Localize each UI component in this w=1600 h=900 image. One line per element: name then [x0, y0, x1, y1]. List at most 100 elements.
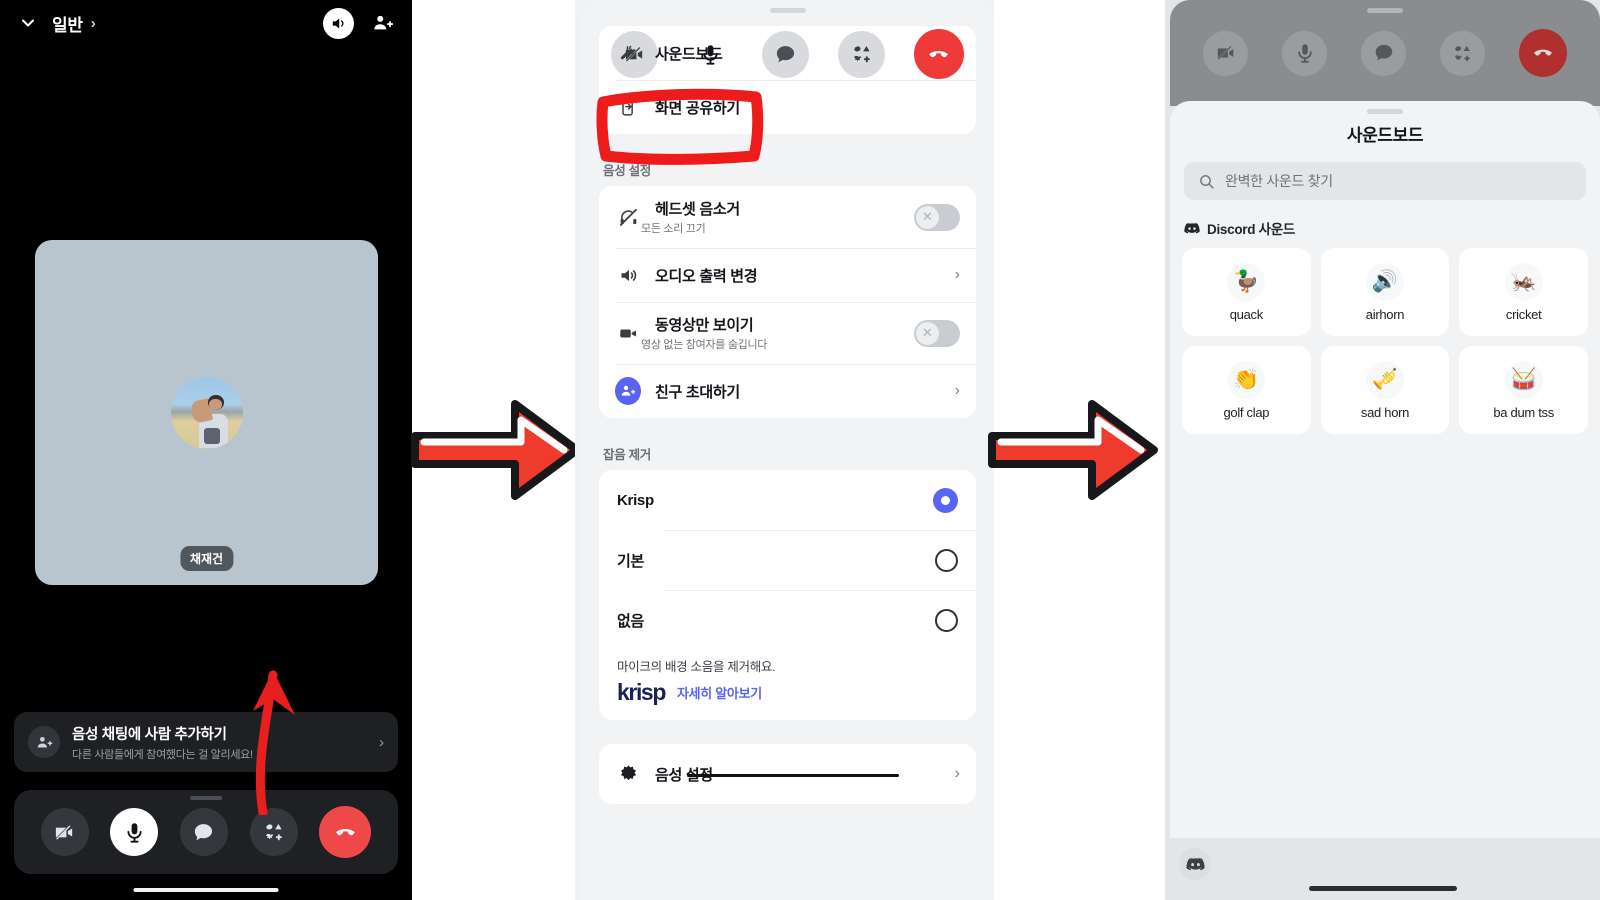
voice-settings-entry-card: 음성 설정 › — [599, 744, 976, 804]
invite-card-subtitle: 다른 사람들에게 참여했다는 걸 알리세요! — [72, 748, 253, 761]
sound-label: airhorn — [1365, 306, 1405, 322]
invite-friend-row[interactable]: 친구 초대하기 › — [599, 364, 976, 418]
panel-call-screen: 일반 › 채재건 음성 채팅에 사람 추가하기 다른 사람들에게 참여했다는 걸… — [0, 0, 412, 900]
sheet-grab-handle[interactable] — [1367, 8, 1403, 13]
chevron-right-icon: › — [954, 765, 960, 782]
soundboard-row[interactable]: 사운드보드 — [599, 26, 976, 80]
noise-option-none[interactable]: 없음 — [599, 590, 976, 650]
microphone-button[interactable] — [110, 808, 159, 856]
voice-settings-section: 음성 설정 헤드셋 음소거 모든 소리 끄기 ✕ 오디오 출력 변경 › 동영상… — [581, 160, 994, 418]
speaker-icon — [615, 265, 641, 286]
add-people-icon — [28, 726, 60, 758]
duck-icon: 🦆 — [1227, 262, 1266, 301]
headset-mute-toggle[interactable]: ✕ — [914, 203, 960, 231]
voice-settings-card: 헤드셋 음소거 모든 소리 끄기 ✕ 오디오 출력 변경 › 동영상만 보이기 … — [599, 186, 976, 418]
gear-icon — [615, 764, 641, 785]
share-options-card: 사운드보드 화면 공유하기 — [599, 26, 976, 134]
audio-output-row[interactable]: 오디오 출력 변경 › — [599, 248, 976, 302]
screen-share-row[interactable]: 화면 공유하기 — [599, 80, 976, 134]
headset-mute-row[interactable]: 헤드셋 음소거 모든 소리 끄기 ✕ — [599, 186, 976, 248]
clapping-hands-icon: 👏 — [1227, 360, 1266, 399]
video-only-label: 동영상만 보이기 — [655, 317, 754, 334]
chevron-right-icon: › — [954, 382, 960, 399]
soundboard-grid: 🦆 quack 🔊 airhorn 🦗 cricket 👏 golf clap … — [1182, 248, 1588, 434]
search-placeholder: 완벽한 사운드 찾기 — [1225, 173, 1333, 189]
noise-option-default[interactable]: 기본 — [599, 530, 976, 590]
drum-icon: 🥁 — [1504, 360, 1543, 399]
discord-sounds-section-label: Discord 사운드 — [1184, 218, 1600, 238]
discord-logo-icon[interactable] — [1179, 848, 1211, 880]
microphone-button[interactable] — [1282, 30, 1327, 76]
channel-title-chevron-icon: › — [90, 14, 96, 32]
sound-tile-quack[interactable]: 🦆 quack — [1182, 248, 1311, 336]
soundboard-sheet: 사운드보드 완벽한 사운드 찾기 Discord 사운드 🦆 quack 🔊 a… — [1170, 101, 1600, 900]
invite-card-text: 음성 채팅에 사람 추가하기 다른 사람들에게 참여했다는 걸 알리세요! — [72, 723, 373, 762]
home-indicator — [133, 888, 279, 892]
activities-button[interactable] — [1440, 30, 1485, 76]
noise-options-card: Krisp 기본 없음 마이크의 배경 소음을 제거해요. krisp 자세히 … — [599, 470, 976, 720]
noise-option-krisp[interactable]: Krisp — [599, 470, 976, 530]
noise-option-label: Krisp — [617, 491, 654, 509]
soundboard-text: 사운드보드 — [641, 43, 960, 64]
krisp-footer: krisp 자세히 알아보기 — [599, 677, 976, 720]
sheet-grab-handle[interactable] — [1367, 109, 1403, 114]
discord-logo-icon — [1184, 222, 1200, 233]
radio-unselected-icon[interactable] — [935, 608, 958, 632]
noise-section-title: 잡음 제거 — [603, 448, 651, 462]
dimmed-call-toolbar-backdrop — [1170, 0, 1600, 106]
activities-button[interactable] — [249, 808, 298, 856]
invite-card-title: 음성 채팅에 사람 추가하기 — [72, 726, 227, 743]
sheet-grab-handle[interactable] — [190, 796, 222, 800]
panel-voice-settings: 사운드보드 화면 공유하기 음성 설정 헤드셋 음소거 모든 소리 끄기 ✕ 오… — [575, 0, 994, 900]
channel-title[interactable]: 일반 — [52, 11, 83, 36]
step-arrow-2 — [988, 400, 1158, 500]
sound-tile-golf-clap[interactable]: 👏 golf clap — [1182, 346, 1311, 434]
trumpet-icon: 🎺 — [1365, 360, 1404, 399]
participant-name-tag: 채재건 — [179, 546, 234, 571]
chevron-down-icon[interactable] — [16, 11, 40, 35]
radio-unselected-icon[interactable] — [935, 548, 958, 572]
sound-tile-cricket[interactable]: 🦗 cricket — [1459, 248, 1588, 336]
video-only-toggle[interactable]: ✕ — [914, 319, 960, 347]
chat-button[interactable] — [1361, 30, 1406, 76]
hangup-button[interactable] — [319, 806, 372, 858]
speaker-icon: 🔊 — [1365, 262, 1404, 301]
chevron-right-icon: › — [379, 733, 384, 751]
add-people-icon[interactable] — [370, 10, 396, 36]
hangup-button[interactable] — [1519, 29, 1567, 77]
soundboard-icon — [615, 43, 641, 63]
sound-tile-airhorn[interactable]: 🔊 airhorn — [1320, 248, 1450, 336]
cricket-icon: 🦗 — [1504, 262, 1543, 301]
chat-button[interactable] — [179, 808, 228, 856]
invite-friend-icon — [615, 377, 641, 405]
krisp-learn-more-link[interactable]: 자세히 알아보기 — [677, 683, 762, 702]
search-input[interactable]: 완벽한 사운드 찾기 — [1184, 162, 1586, 200]
participant-video-tile[interactable]: 채재건 — [35, 240, 378, 585]
settings-sheet: 사운드보드 화면 공유하기 음성 설정 헤드셋 음소거 모든 소리 끄기 ✕ 오… — [581, 0, 994, 900]
noise-suppression-section: 잡음 제거 Krisp 기본 없음 마이크의 배경 소음을 제거해요. kris… — [581, 444, 994, 720]
toggle-knob-glyph: ✕ — [916, 205, 939, 229]
video-only-text: 동영상만 보이기 영상 없는 참여자를 숨깁니다 — [641, 314, 914, 352]
row-divider — [665, 530, 976, 531]
avatar — [170, 376, 243, 449]
radio-selected-icon[interactable] — [933, 487, 958, 513]
screen-share-label: 화면 공유하기 — [655, 99, 740, 117]
soundboard-footer — [1165, 838, 1600, 900]
sound-tile-sad-horn[interactable]: 🎺 sad horn — [1320, 346, 1450, 434]
home-indicator — [1308, 886, 1457, 891]
camera-off-button[interactable] — [1203, 30, 1248, 76]
headset-mute-text: 헤드셋 음소거 모든 소리 끄기 — [641, 198, 914, 236]
sheet-grab-handle[interactable] — [769, 8, 806, 13]
camera-off-button[interactable] — [40, 808, 89, 856]
speaker-icon[interactable] — [323, 7, 354, 39]
sound-tile-ba-dum-tss[interactable]: 🥁 ba dum tss — [1459, 346, 1588, 434]
video-only-sublabel: 영상 없는 참여자를 숨깁니다 — [641, 339, 768, 351]
sound-label: golf clap — [1223, 404, 1270, 420]
call-header: 일반 › — [0, 0, 412, 46]
voice-settings-section-title: 음성 설정 — [603, 164, 651, 178]
voice-settings-row[interactable]: 음성 설정 › — [599, 744, 976, 804]
video-only-row[interactable]: 동영상만 보이기 영상 없는 참여자를 숨깁니다 ✕ — [599, 302, 976, 364]
invite-people-card[interactable]: 음성 채팅에 사람 추가하기 다른 사람들에게 참여했다는 걸 알리세요! › — [14, 712, 398, 772]
noise-option-label: 기본 — [617, 552, 645, 570]
noise-note: 마이크의 배경 소음을 제거해요. — [617, 660, 776, 674]
